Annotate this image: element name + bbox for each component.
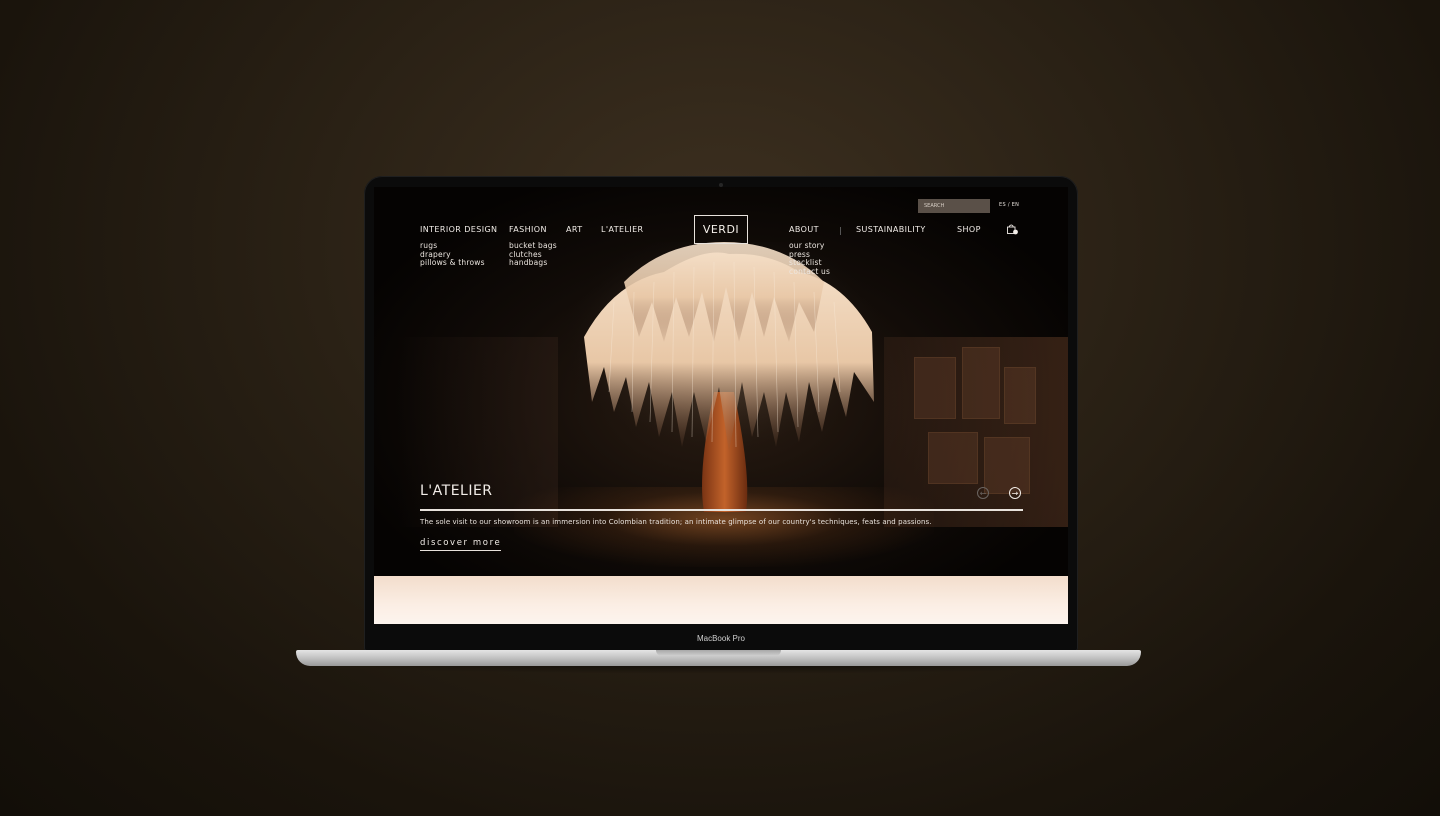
- discover-more-link[interactable]: discover more: [420, 538, 502, 551]
- next-slide-button[interactable]: →: [1009, 487, 1021, 499]
- nav-about[interactable]: ABOUT: [789, 225, 819, 234]
- nav-sustainability[interactable]: SUSTAINABILITY: [856, 225, 926, 234]
- hero-divider: [420, 509, 1023, 511]
- hero-description: The sole visit to our showroom is an imm…: [420, 518, 932, 526]
- site-logo[interactable]: VERDI: [694, 215, 748, 244]
- shopping-bag-icon[interactable]: [1006, 223, 1018, 235]
- laptop-lid: ES / EN INTERIOR DESIGN rugs drapery pil…: [364, 176, 1078, 652]
- submenu-item-contact-us[interactable]: contact us: [789, 267, 830, 277]
- hero-title: L'ATELIER: [420, 483, 493, 499]
- hero-tree-sculpture-image: [554, 242, 894, 512]
- submenu-item-pillows-throws[interactable]: pillows & throws: [420, 259, 485, 268]
- nav-interior-design[interactable]: INTERIOR DESIGN: [420, 225, 497, 234]
- website-screen: ES / EN INTERIOR DESIGN rugs drapery pil…: [374, 187, 1068, 624]
- next-section-peach-band: [374, 576, 1068, 624]
- nav-divider: [840, 227, 841, 235]
- hero-section: ES / EN INTERIOR DESIGN rugs drapery pil…: [374, 187, 1068, 576]
- submenu-interior-design: rugs drapery pillows & throws: [420, 241, 485, 268]
- submenu-item-handbags[interactable]: handbags: [509, 259, 557, 268]
- prev-slide-button[interactable]: ←: [977, 487, 989, 499]
- nav-art[interactable]: ART: [566, 225, 583, 234]
- submenu-about: our story press stocklist contact us: [789, 241, 830, 277]
- device-model-label: MacBook Pro: [696, 634, 746, 643]
- nav-fashion[interactable]: FASHION: [509, 225, 547, 234]
- top-utility-bar: ES / EN: [374, 199, 1068, 215]
- nav-atelier[interactable]: L'ATELIER: [601, 225, 643, 234]
- language-switch[interactable]: ES / EN: [999, 202, 1019, 208]
- laptop-base: [296, 650, 1141, 666]
- laptop-opening-notch: [656, 650, 781, 656]
- nav-shop[interactable]: SHOP: [957, 225, 981, 234]
- submenu-fashion: bucket bags clutches handbags: [509, 241, 557, 268]
- search-input[interactable]: [918, 199, 990, 213]
